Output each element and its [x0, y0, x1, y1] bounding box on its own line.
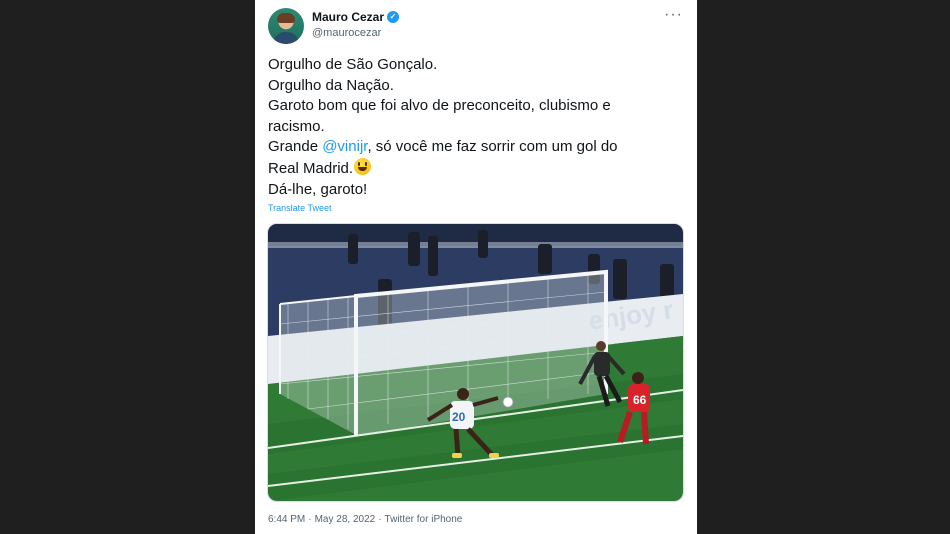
tweet-line-4: racismo.: [268, 117, 325, 135]
translate-tweet-link[interactable]: Translate Tweet: [268, 203, 332, 213]
meta-separator: ·: [308, 514, 312, 525]
user-handle[interactable]: @maurocezar: [312, 27, 381, 39]
avatar[interactable]: [268, 8, 304, 44]
avatar-hair: [277, 13, 295, 23]
football-goal-scene: enjoy r 66 20: [268, 224, 683, 501]
red-shirt-number: 66: [633, 393, 647, 407]
tweet-time[interactable]: 6:44 PM: [268, 514, 305, 525]
tweet-line-5: Grande @vinijr, só você me faz sorrir co…: [268, 137, 678, 158]
tweet-line-2: Orgulho da Nação.: [268, 76, 394, 94]
white-shirt-number: 20: [452, 410, 466, 424]
grinning-face-emoji-icon: [354, 157, 372, 175]
more-options-icon[interactable]: ···: [664, 6, 683, 24]
tweet-card: Mauro Cezar ✓ @maurocezar ··· Orgulho de…: [255, 0, 697, 534]
tweet-meta: 6:44 PM · May 28, 2022 · Twitter for iPhone: [268, 514, 465, 525]
tweet-photo[interactable]: enjoy r 66 20: [267, 223, 684, 502]
tweet-line-7: Dá-lhe, garoto!: [268, 180, 368, 198]
tweet-line-6: Real Madrid.: [268, 157, 678, 180]
ball: [502, 396, 514, 408]
mention-link[interactable]: @vinijr: [322, 138, 367, 155]
avatar-shirt: [273, 32, 299, 44]
tweet-date[interactable]: May 28, 2022: [315, 514, 376, 525]
tweet-line-6-text: Real Madrid.: [268, 159, 354, 177]
tweet-line-3: Garoto bom que foi alvo de preconceito, …: [268, 97, 611, 115]
tweet-line-5-post: , só você me faz sorrir com um gol do: [367, 138, 618, 156]
tweet-source[interactable]: Twitter for iPhone: [385, 514, 463, 525]
author-row: Mauro Cezar ✓: [312, 10, 400, 24]
verified-badge-icon: ✓: [387, 11, 400, 23]
meta-separator: ·: [378, 514, 382, 525]
tweet-line-1: Orgulho de São Gonçalo.: [268, 56, 438, 73]
tweet-line-5-pre: Grande: [268, 138, 323, 156]
tweet-text: Orgulho de São Gonçalo. Orgulho da Nação…: [268, 55, 678, 200]
display-name[interactable]: Mauro Cezar: [312, 10, 384, 24]
